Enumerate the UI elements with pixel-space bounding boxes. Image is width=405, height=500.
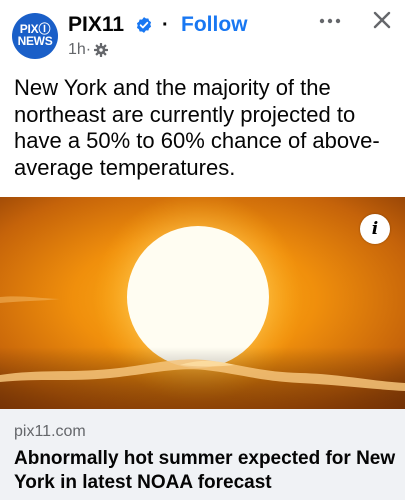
- link-domain: pix11.com: [14, 423, 86, 440]
- page-avatar[interactable]: PIXⒾ NEWS: [12, 13, 58, 59]
- post-text: New York and the majority of the northea…: [14, 75, 380, 180]
- header-separator: ·: [162, 14, 169, 36]
- link-headline[interactable]: Abnormally hot summer expected for New Y…: [14, 447, 399, 495]
- info-icon: i: [371, 219, 379, 239]
- image-info-button[interactable]: i: [360, 214, 390, 244]
- sunset-photo: [0, 197, 405, 409]
- post-timestamp[interactable]: 1h: [68, 40, 86, 60]
- post-meta: 1h·: [68, 40, 109, 60]
- link-preview-card[interactable]: pix11.com Abnormally hot summer expected…: [0, 409, 405, 500]
- verified-badge-icon: [136, 17, 152, 33]
- pix11-news-logo: PIXⒾ NEWS: [12, 13, 58, 59]
- post-image-sunset[interactable]: [0, 197, 405, 409]
- follow-button[interactable]: Follow: [181, 12, 248, 38]
- more-options-icon[interactable]: [318, 14, 342, 28]
- page-name-link[interactable]: PIX11: [68, 12, 124, 38]
- post-header: PIXⒾ NEWS PIX11 · Follow 1h·: [0, 0, 405, 66]
- avatar-logo-line2: NEWS: [17, 34, 53, 48]
- privacy-settings-icon[interactable]: [93, 42, 109, 58]
- time-separator: ·: [85, 41, 92, 58]
- close-icon[interactable]: [372, 10, 392, 30]
